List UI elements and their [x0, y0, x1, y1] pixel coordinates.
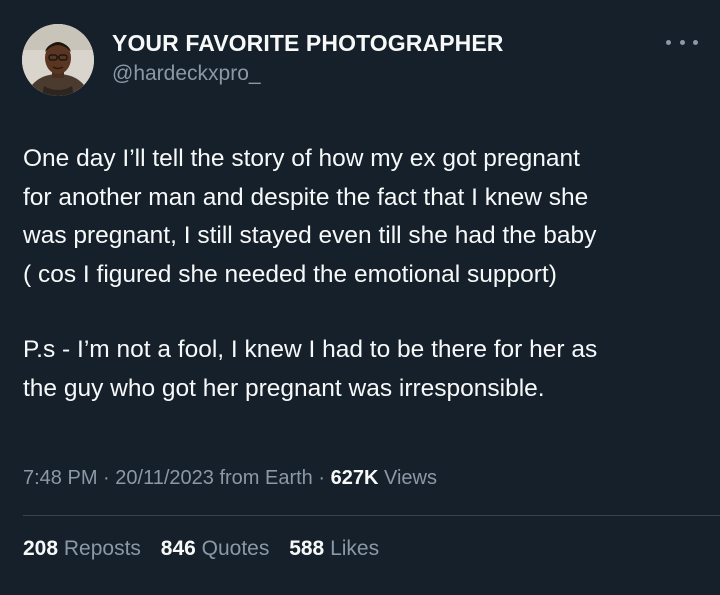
author-display-name[interactable]: YOUR FAVORITE PHOTOGRAPHER — [112, 30, 504, 57]
tweet-text-line: ( cos I figured she needed the emotional… — [23, 260, 557, 288]
author-handle[interactable]: @hardeckxpro_ — [112, 62, 261, 86]
quotes-stat[interactable]: 846 Quotes — [161, 537, 270, 560]
quotes-count: 846 — [160, 537, 196, 560]
tweet-text-line: One day I’ll tell the story of how my ex… — [23, 145, 580, 172]
engagement-stats: 208 Reposts 846 Quotes 588 Likes — [23, 537, 393, 561]
tweet-text-line: was pregnant, I still stayed even till s… — [23, 222, 597, 249]
more-options-button[interactable] — [666, 32, 698, 52]
reposts-label: Reposts — [58, 537, 141, 560]
tweet-card: YOUR FAVORITE PHOTOGRAPHER @hardeckxpro_… — [0, 0, 720, 595]
reposts-count: 208 — [23, 537, 59, 560]
tweet-time[interactable]: 7:48 PM — [23, 467, 97, 489]
user-avatar-icon — [22, 24, 94, 96]
more-horizontal-icon-dot — [693, 39, 698, 45]
tweet-text-line: P.s - I’m not a fool, I knew I had to be… — [23, 336, 598, 363]
quotes-label: Quotes — [195, 537, 270, 560]
reposts-stat[interactable]: 208 Reposts — [23, 537, 141, 560]
tweet-meta: 7:48 PM · 20/11/2023 from Earth · 627K V… — [23, 467, 437, 490]
likes-count: 588 — [289, 537, 325, 560]
tweet-text-line: for another man and despite the fact tha… — [23, 183, 589, 211]
likes-stat[interactable]: 588 Likes — [289, 537, 379, 560]
divider — [23, 515, 720, 516]
tweet-date[interactable]: 20/11/2023 — [115, 467, 214, 489]
more-horizontal-icon — [666, 39, 671, 45]
meta-separator: · — [97, 467, 116, 489]
views-label: Views — [378, 467, 437, 489]
meta-separator: · — [312, 467, 331, 489]
views-count[interactable]: 627K — [331, 467, 379, 489]
more-horizontal-icon-dot — [679, 39, 685, 45]
tweet-text-line: the guy who got her pregnant was irrespo… — [23, 374, 545, 402]
tweet-source: from Earth — [213, 467, 313, 489]
likes-label: Likes — [324, 537, 380, 560]
tweet-text: One day I’ll tell the story of how my ex… — [23, 140, 708, 408]
author-avatar[interactable] — [22, 24, 94, 96]
